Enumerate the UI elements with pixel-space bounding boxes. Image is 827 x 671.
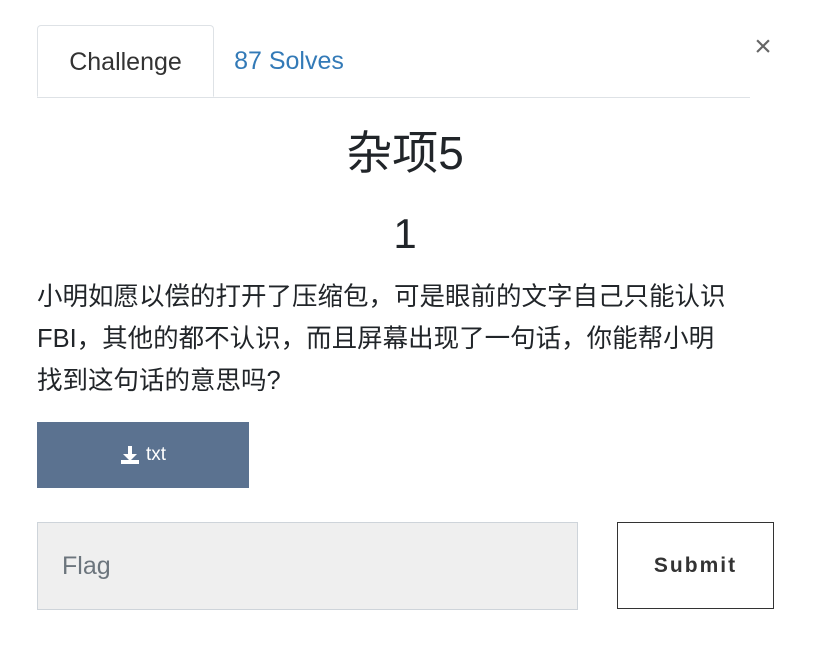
tab-solves[interactable]: 87 Solves	[214, 25, 364, 96]
download-file-button[interactable]: txt	[37, 422, 249, 488]
download-icon	[120, 445, 140, 465]
challenge-description: 小明如愿以偿的打开了压缩包，可是眼前的文字自己只能认识 FBI，其他的都不认识，…	[37, 283, 726, 395]
tab-bar: Challenge 87 Solves	[37, 25, 750, 98]
challenge-modal: Challenge 87 Solves × 杂项5 1 小明如愿以偿的打开了压缩…	[0, 0, 827, 671]
close-icon[interactable]: ×	[748, 30, 778, 64]
submit-button[interactable]: Submit	[617, 522, 774, 609]
challenge-points: 1	[393, 210, 417, 257]
tab-challenge[interactable]: Challenge	[37, 25, 214, 97]
challenge-title: 杂项5	[346, 127, 464, 179]
download-label: txt	[145, 444, 167, 465]
flag-input[interactable]	[37, 522, 578, 610]
